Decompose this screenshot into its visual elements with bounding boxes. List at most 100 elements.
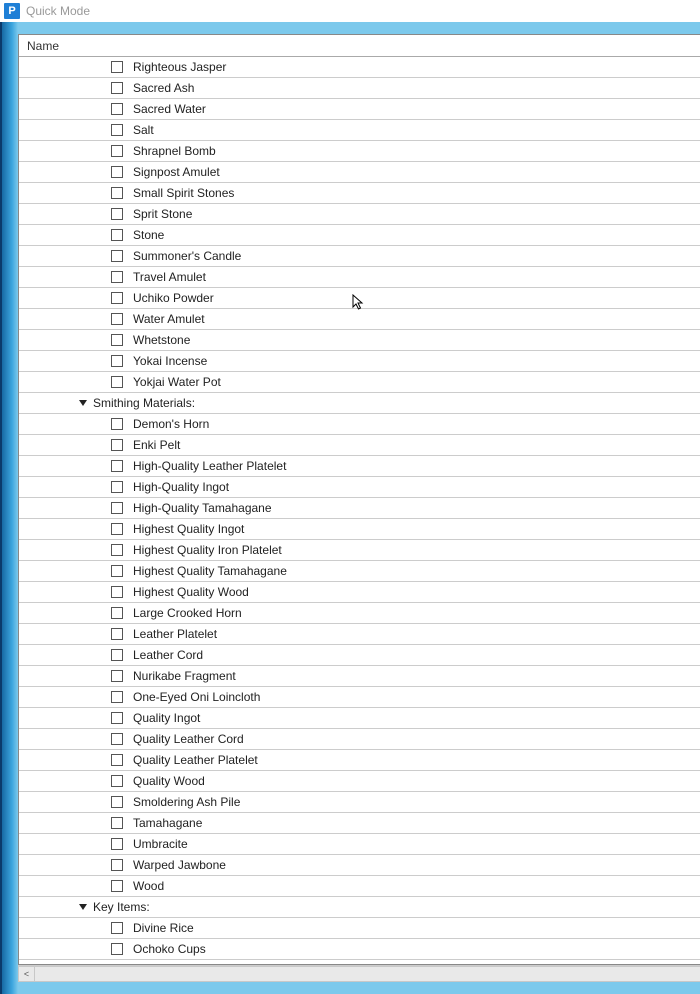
row-checkbox[interactable]: [111, 838, 123, 850]
tree-item-row[interactable]: Stone: [19, 225, 700, 246]
tree-item-row[interactable]: Righteous Jasper: [19, 57, 700, 78]
row-checkbox[interactable]: [111, 733, 123, 745]
row-label: Highest Quality Tamahagane: [133, 564, 287, 578]
tree-item-row[interactable]: Umbracite: [19, 834, 700, 855]
row-checkbox[interactable]: [111, 502, 123, 514]
horizontal-scrollbar[interactable]: <: [18, 965, 700, 982]
tree-item-row[interactable]: Salt: [19, 120, 700, 141]
row-label: Signpost Amulet: [133, 165, 220, 179]
row-checkbox[interactable]: [111, 796, 123, 808]
tree-item-row[interactable]: Highest Quality Tamahagane: [19, 561, 700, 582]
tree-item-row[interactable]: Summoner's Candle: [19, 246, 700, 267]
tree-item-row[interactable]: Whetstone: [19, 330, 700, 351]
row-checkbox[interactable]: [111, 355, 123, 367]
tree-item-row[interactable]: Small Spirit Stones: [19, 183, 700, 204]
row-checkbox[interactable]: [111, 418, 123, 430]
row-checkbox[interactable]: [111, 943, 123, 955]
tree-item-row[interactable]: Demon's Horn: [19, 414, 700, 435]
row-checkbox[interactable]: [111, 208, 123, 220]
tree-item-row[interactable]: Sacred Ash: [19, 78, 700, 99]
row-checkbox[interactable]: [111, 460, 123, 472]
tree-item-row[interactable]: Highest Quality Iron Platelet: [19, 540, 700, 561]
row-checkbox[interactable]: [111, 691, 123, 703]
row-checkbox[interactable]: [111, 292, 123, 304]
tree-item-row[interactable]: High-Quality Tamahagane: [19, 498, 700, 519]
row-checkbox[interactable]: [111, 859, 123, 871]
expand-collapse-icon[interactable]: [79, 904, 87, 910]
tree-item-row[interactable]: Wood: [19, 876, 700, 897]
row-checkbox[interactable]: [111, 628, 123, 640]
row-label: Warped Jawbone: [133, 858, 226, 872]
tree-item-row[interactable]: Sprit Stone: [19, 204, 700, 225]
row-checkbox[interactable]: [111, 61, 123, 73]
tree-item-row[interactable]: Uchiko Powder: [19, 288, 700, 309]
titlebar[interactable]: P Quick Mode: [0, 0, 700, 22]
tree-item-row[interactable]: Yokjai Water Pot: [19, 372, 700, 393]
column-header-name[interactable]: Name: [19, 35, 700, 57]
tree-item-row[interactable]: Divine Rice: [19, 918, 700, 939]
row-checkbox[interactable]: [111, 250, 123, 262]
row-checkbox[interactable]: [111, 775, 123, 787]
tree-item-row[interactable]: One-Eyed Oni Loincloth: [19, 687, 700, 708]
row-checkbox[interactable]: [111, 565, 123, 577]
tree-item-row[interactable]: Large Crooked Horn: [19, 603, 700, 624]
row-checkbox[interactable]: [111, 523, 123, 535]
tree-item-row[interactable]: Water Amulet: [19, 309, 700, 330]
tree-item-row[interactable]: Sacred Water: [19, 99, 700, 120]
tree-item-row[interactable]: High-Quality Leather Platelet: [19, 456, 700, 477]
row-checkbox[interactable]: [111, 145, 123, 157]
grid-body[interactable]: Righteous Jasper Sacred AshSacred WaterSa…: [19, 57, 700, 964]
row-checkbox[interactable]: [111, 670, 123, 682]
row-checkbox[interactable]: [111, 880, 123, 892]
row-checkbox[interactable]: [111, 649, 123, 661]
row-checkbox[interactable]: [111, 187, 123, 199]
tree-item-row[interactable]: Smoldering Ash Pile: [19, 792, 700, 813]
tree-item-row[interactable]: Yokai Incense: [19, 351, 700, 372]
tree-item-row[interactable]: Highest Quality Ingot: [19, 519, 700, 540]
tree-item-row[interactable]: Quality Leather Platelet: [19, 750, 700, 771]
row-checkbox[interactable]: [111, 313, 123, 325]
tree-item-row[interactable]: Quality Leather Cord: [19, 729, 700, 750]
row-checkbox[interactable]: [111, 481, 123, 493]
tree-group-row[interactable]: Smithing Materials:: [19, 393, 700, 414]
tree-item-row[interactable]: Signpost Amulet: [19, 162, 700, 183]
scroll-track[interactable]: [35, 966, 700, 982]
scroll-left-button[interactable]: <: [18, 966, 35, 982]
tree-item-row[interactable]: Leather Cord: [19, 645, 700, 666]
row-checkbox[interactable]: [111, 271, 123, 283]
tree-group-row[interactable]: Key Items:: [19, 897, 700, 918]
row-checkbox[interactable]: [111, 544, 123, 556]
tree-item-row[interactable]: Ochoko Cups: [19, 939, 700, 960]
row-label: Umbracite: [133, 837, 188, 851]
tree-item-row[interactable]: High-Quality Ingot: [19, 477, 700, 498]
tree-item-row[interactable]: Quality Ingot: [19, 708, 700, 729]
row-checkbox[interactable]: [111, 229, 123, 241]
tree-item-row[interactable]: Highest Quality Wood: [19, 582, 700, 603]
row-checkbox[interactable]: [111, 607, 123, 619]
expand-collapse-icon[interactable]: [79, 400, 87, 406]
tree-item-row[interactable]: Quality Wood: [19, 771, 700, 792]
row-checkbox[interactable]: [111, 82, 123, 94]
row-checkbox[interactable]: [111, 817, 123, 829]
tree-item-row[interactable]: Shrapnel Bomb: [19, 141, 700, 162]
tree-item-row[interactable]: Warped Jawbone: [19, 855, 700, 876]
row-checkbox[interactable]: [111, 754, 123, 766]
row-checkbox[interactable]: [111, 103, 123, 115]
row-label: Righteous Jasper: [133, 60, 226, 74]
tree-item-row[interactable]: Travel Amulet: [19, 267, 700, 288]
row-checkbox[interactable]: [111, 439, 123, 451]
tree-item-row[interactable]: Enki Pelt: [19, 435, 700, 456]
row-label: Smithing Materials:: [93, 396, 195, 410]
row-label: Highest Quality Ingot: [133, 522, 244, 536]
row-checkbox[interactable]: [111, 124, 123, 136]
row-checkbox[interactable]: [111, 334, 123, 346]
row-checkbox[interactable]: [111, 376, 123, 388]
tree-item-row[interactable]: Leather Platelet: [19, 624, 700, 645]
tree-item-row[interactable]: Nurikabe Fragment: [19, 666, 700, 687]
row-checkbox[interactable]: [111, 166, 123, 178]
row-checkbox[interactable]: [111, 922, 123, 934]
row-label: Quality Leather Cord: [133, 732, 244, 746]
tree-item-row[interactable]: Tamahagane: [19, 813, 700, 834]
row-checkbox[interactable]: [111, 586, 123, 598]
row-checkbox[interactable]: [111, 712, 123, 724]
